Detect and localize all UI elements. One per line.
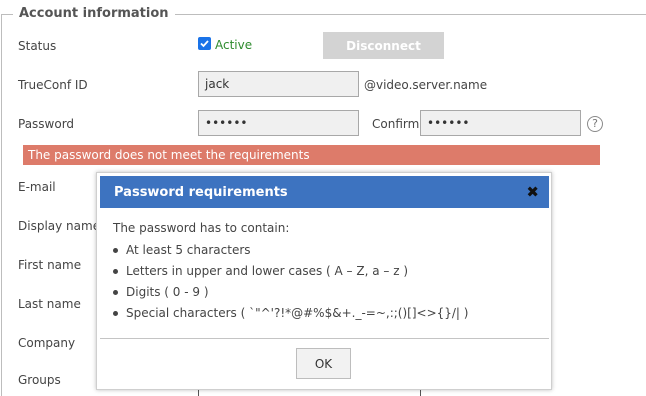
help-icon[interactable]: ? [587, 116, 603, 132]
list-item: Digits ( 0 - 9 ) [113, 285, 468, 306]
dialog-divider [100, 338, 549, 339]
ok-button[interactable]: OK [296, 348, 351, 379]
password-label: Password [18, 117, 75, 131]
dialog-title: Password requirements [114, 185, 288, 200]
groups-label: Groups [18, 373, 61, 387]
list-item: Letters in upper and lower cases ( A – Z… [113, 264, 468, 285]
trueconf-id-input[interactable]: jack [198, 71, 359, 97]
status-label: Status [18, 39, 57, 53]
dialog-intro: The password has to contain: [113, 221, 290, 235]
last-name-label: Last name [18, 297, 81, 311]
password-error-message: The password does not meet the requireme… [23, 145, 600, 165]
active-checkbox-label[interactable]: Active [215, 38, 252, 52]
section-legend: Account information [13, 6, 175, 21]
list-item: At least 5 characters [113, 243, 468, 264]
trueconf-id-label: TrueConf ID [18, 78, 88, 92]
dialog-header: Password requirements ✖ [100, 176, 549, 208]
company-label: Company [18, 336, 76, 350]
close-icon[interactable]: ✖ [526, 183, 539, 201]
display-name-label: Display name [18, 219, 101, 233]
confirm-password-input[interactable]: •••••• [420, 110, 581, 136]
password-input[interactable]: •••••• [198, 110, 359, 136]
checkmark-icon [200, 40, 209, 48]
active-checkbox[interactable] [198, 37, 211, 50]
requirements-list: At least 5 characters Letters in upper a… [113, 243, 468, 327]
disconnect-button[interactable]: Disconnect [323, 32, 444, 59]
server-suffix: @video.server.name [364, 78, 488, 92]
email-label: E-mail [18, 180, 56, 194]
list-item: Special characters ( `"^'?!*@#%$&+._-=~,… [113, 306, 468, 327]
password-requirements-dialog: Password requirements ✖ The password has… [96, 172, 552, 390]
first-name-label: First name [18, 258, 82, 272]
confirm-label: Confirm [372, 117, 420, 131]
